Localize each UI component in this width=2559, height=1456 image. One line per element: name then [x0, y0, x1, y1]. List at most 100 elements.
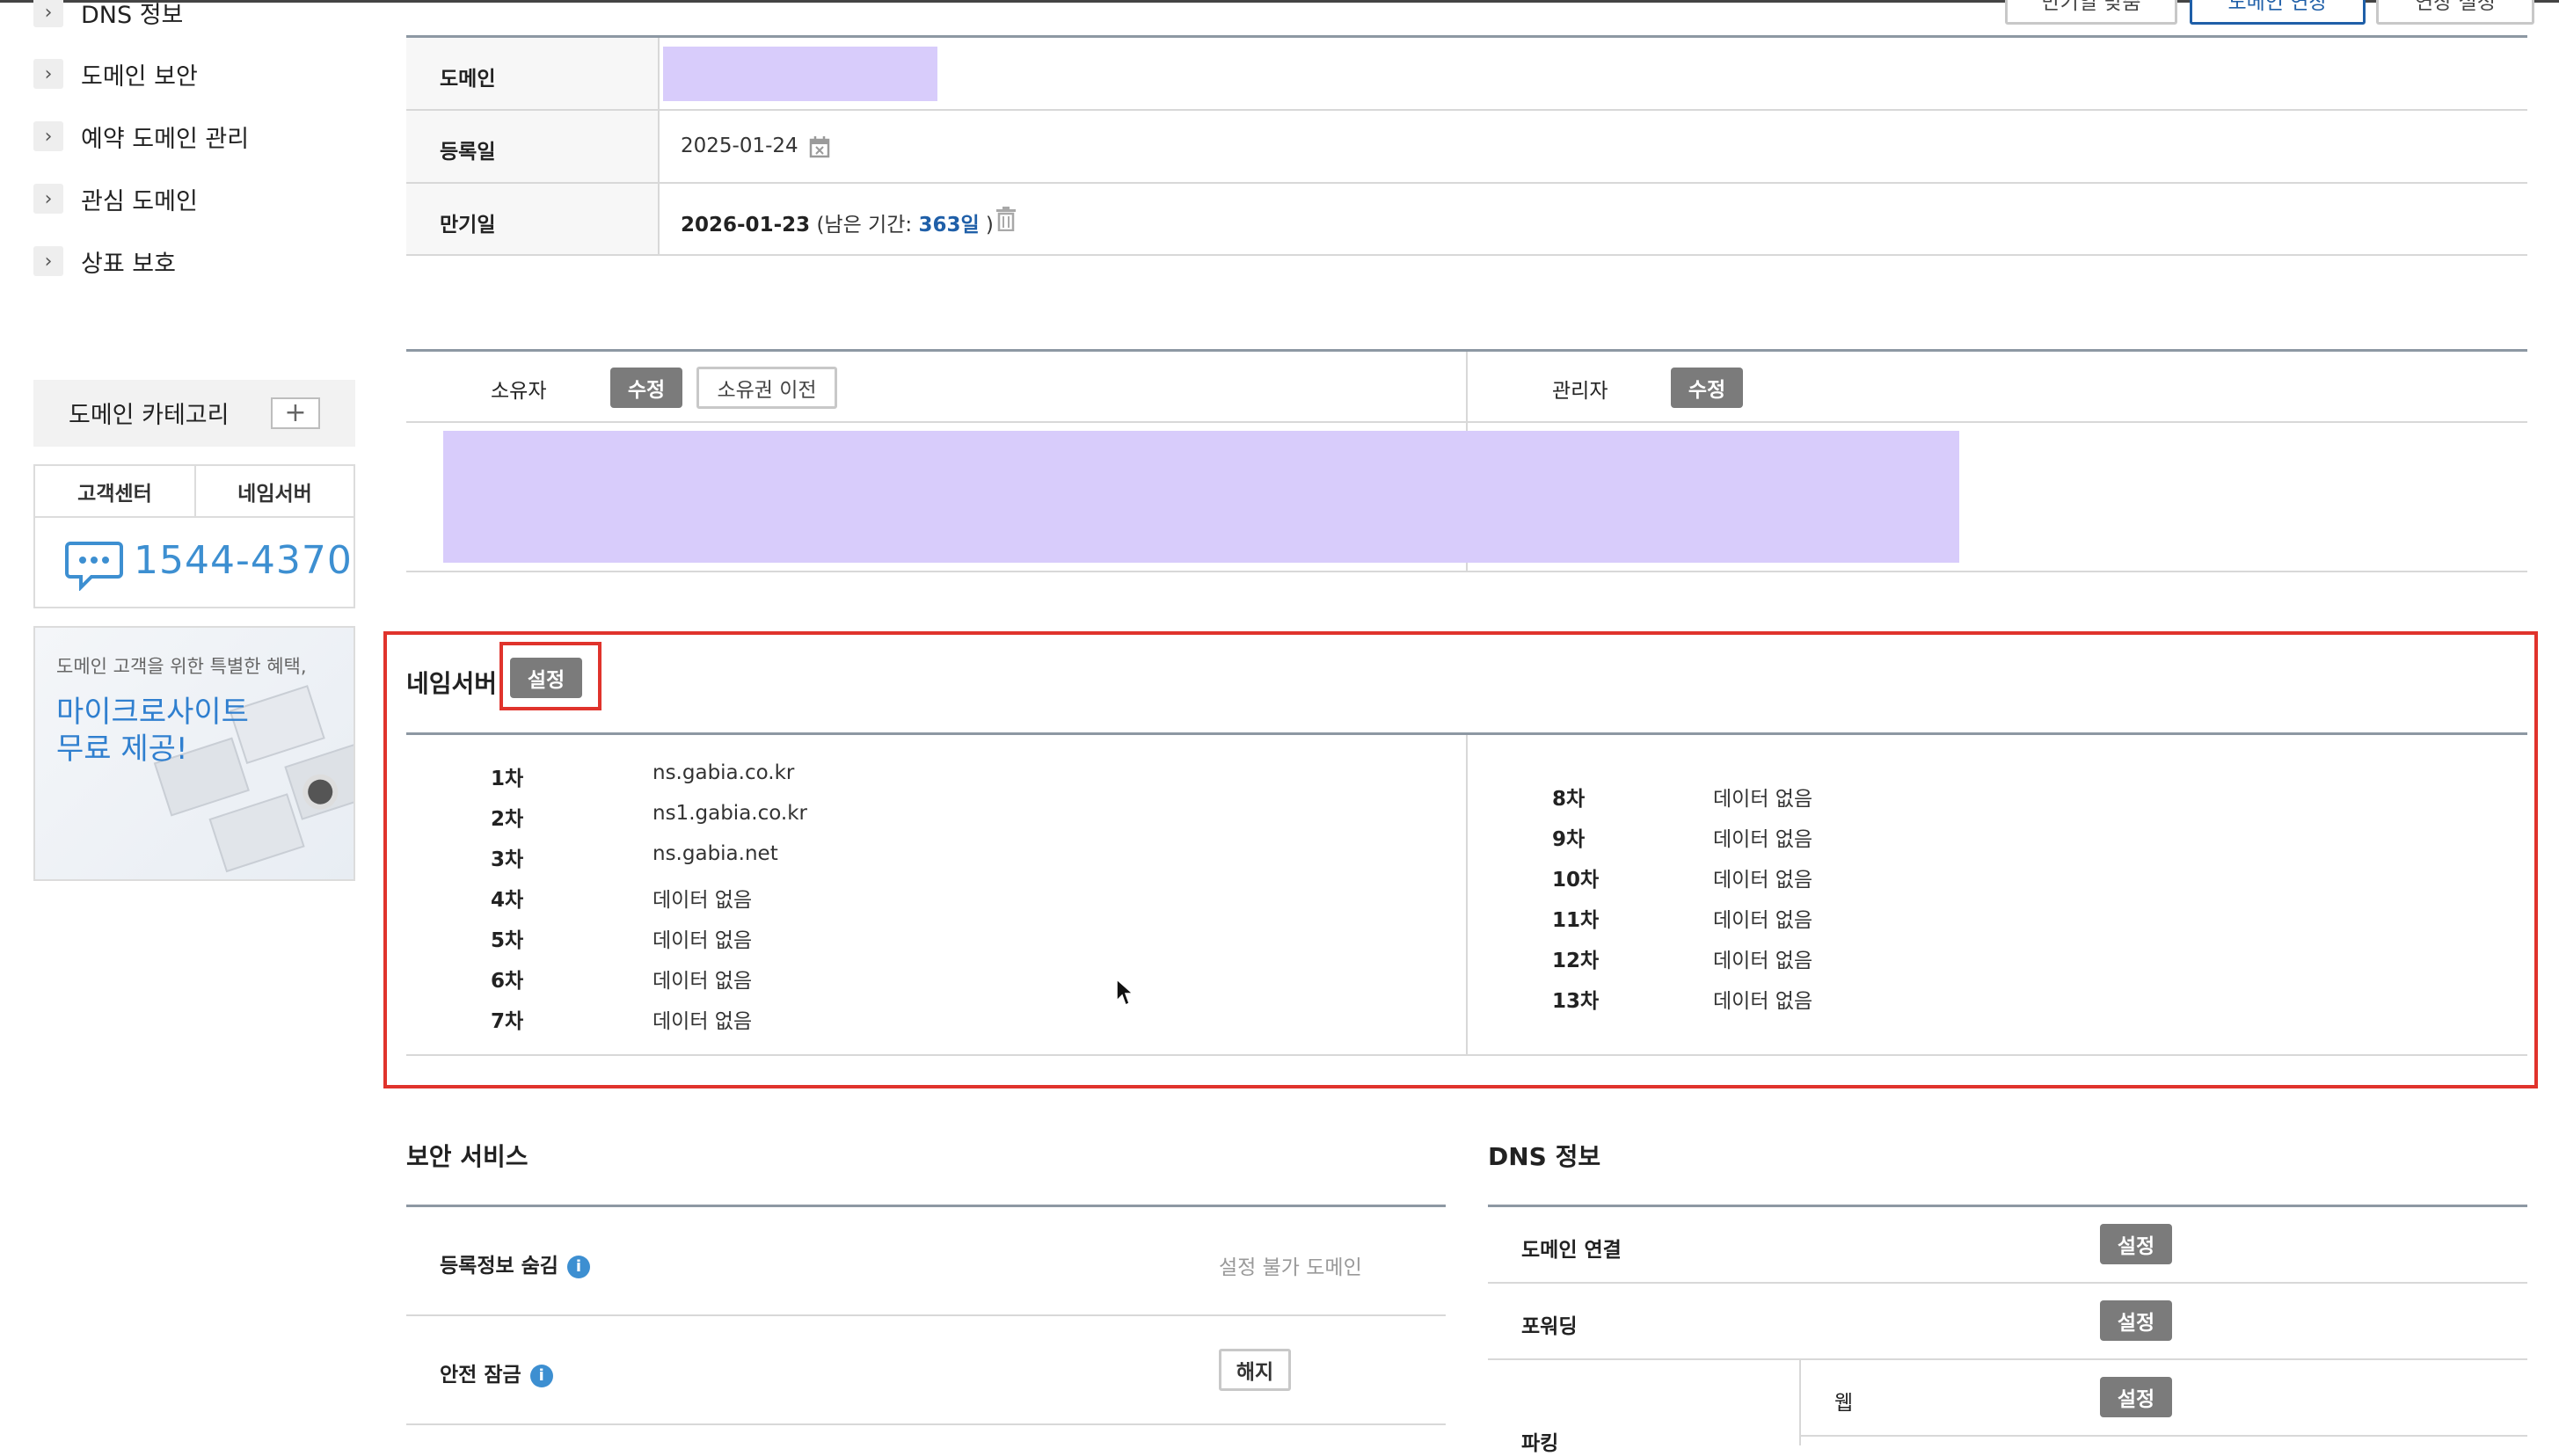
support-tabs-divider — [35, 516, 354, 518]
parking-web-setting-button[interactable]: 설정 — [2100, 1377, 2172, 1417]
sidebar-item-watch-domain[interactable]: › 관심 도메인 — [33, 179, 198, 218]
contacts-header-divider — [406, 421, 2527, 423]
ns-rank: 8차 — [1552, 788, 1586, 811]
tab-customer-center[interactable]: 고객센터 — [35, 466, 194, 516]
sidebar-item-reserved-domain[interactable]: › 예약 도메인 관리 — [33, 117, 249, 156]
ns-value: 데이터 없음 — [653, 970, 753, 993]
chevron-right-icon: › — [33, 246, 63, 276]
safe-lock-release-button[interactable]: 해지 — [1219, 1349, 1291, 1391]
registered-date-value: 2025-01-24 — [681, 135, 798, 157]
ownership-transfer-button[interactable]: 소유권 이전 — [696, 367, 837, 409]
ns-rank: 9차 — [1552, 828, 1586, 851]
security-title: 보안 서비스 — [406, 1142, 529, 1171]
ns-rank: 12차 — [1552, 950, 1600, 972]
ns-rank: 10차 — [1552, 869, 1600, 892]
nameserver-setting-button[interactable]: 설정 — [510, 658, 582, 698]
info-table-top — [406, 35, 2527, 38]
renew-settings-button[interactable]: 연장 설정 — [2376, 0, 2534, 25]
expiry-date-row: 2026-01-23 (남은 기간: 363일 ) — [681, 207, 994, 237]
remaining-suffix: ) — [985, 214, 994, 237]
admin-label: 관리자 — [1552, 380, 1608, 403]
parking-web-label: 웹 — [1834, 1392, 1854, 1415]
nameserver-table-bottom — [406, 1054, 2527, 1056]
chat-icon — [65, 540, 123, 594]
sidebar-item-domain-security[interactable]: › 도메인 보안 — [33, 55, 198, 93]
owner-label: 소유자 — [491, 380, 547, 403]
domain-connect-label: 도메인 연결 — [1521, 1239, 1622, 1262]
registered-date-label: 등록일 — [440, 141, 496, 164]
info-row-divider — [406, 182, 2527, 184]
domain-category-label: 도메인 카테고리 — [69, 402, 230, 429]
ns-rank: 1차 — [491, 768, 524, 790]
sidebar-item-label: 상표 보호 — [81, 250, 176, 278]
dns-row-divider — [1488, 1358, 2527, 1360]
ns-value: 데이터 없음 — [1713, 909, 1813, 932]
tab-nameserver[interactable]: 네임서버 — [196, 466, 354, 516]
ns-rank: 11차 — [1552, 909, 1600, 932]
ns-value: 데이터 없음 — [1713, 869, 1813, 892]
support-phone[interactable]: 1544-4370 — [134, 538, 353, 583]
sidebar-item-label: 예약 도메인 관리 — [81, 125, 250, 153]
contacts-bottom — [406, 571, 2527, 572]
domain-renew-button[interactable]: 도메인 연장 — [2190, 0, 2366, 25]
admin-edit-button[interactable]: 수정 — [1671, 368, 1743, 408]
trash-icon[interactable] — [995, 207, 1017, 235]
ns-value: 데이터 없음 — [1713, 990, 1813, 1013]
remaining-days: 363일 — [918, 214, 980, 237]
ns-value: 데이터 없음 — [1713, 828, 1813, 851]
sidebar-item-trademark[interactable]: › 상표 보호 — [33, 242, 176, 280]
ns-rank: 13차 — [1552, 990, 1600, 1013]
safe-lock-row: 안전 잠금 i — [440, 1358, 553, 1387]
ns-rank: 7차 — [491, 1010, 524, 1033]
chevron-right-icon: › — [33, 0, 63, 27]
match-expiry-button[interactable]: 만기일 맞춤 — [2005, 0, 2177, 25]
add-category-button[interactable]: + — [271, 397, 320, 429]
info-icon[interactable]: i — [566, 1255, 590, 1278]
dns-parking-divider — [1799, 1360, 1801, 1445]
dns-table-top — [1488, 1205, 2527, 1207]
expiry-date-value: 2026-01-23 — [681, 214, 811, 237]
info-icon[interactable]: i — [529, 1364, 553, 1387]
plus-icon: + — [284, 397, 307, 428]
ns-value: ns.gabia.co.kr — [653, 761, 795, 784]
promo-line3: 무료 제공! — [56, 732, 188, 767]
ns-rank: 6차 — [491, 970, 524, 993]
sidebar-item-label: 관심 도메인 — [81, 187, 198, 215]
owner-edit-button[interactable]: 수정 — [610, 368, 682, 408]
forwarding-setting-button[interactable]: 설정 — [2100, 1300, 2172, 1341]
dns-row-divider — [1488, 1282, 2527, 1284]
ns-rank: 3차 — [491, 848, 524, 871]
mouse-cursor-icon — [1115, 978, 1134, 1011]
ns-value: 데이터 없음 — [653, 929, 753, 952]
ns-value: 데이터 없음 — [653, 1010, 753, 1033]
nameserver-title: 네임서버 — [406, 669, 498, 698]
ns-value: ns1.gabia.co.kr — [653, 802, 807, 825]
dns-title: DNS 정보 — [1488, 1142, 1601, 1171]
whois-privacy-row: 등록정보 숨김 i — [440, 1249, 590, 1278]
chevron-right-icon: › — [33, 59, 63, 89]
info-col-divider — [658, 38, 660, 255]
sidebar-item-label: 도메인 보안 — [81, 62, 198, 91]
ns-rank: 4차 — [491, 889, 524, 912]
domain-connect-setting-button[interactable]: 설정 — [2100, 1224, 2172, 1264]
sidebar-item-label: DNS 정보 — [81, 1, 184, 29]
security-table-top — [406, 1205, 1446, 1207]
nameserver-col-divider — [1466, 735, 1468, 1055]
security-row-divider — [406, 1314, 1446, 1316]
calendar-icon[interactable] — [809, 135, 830, 162]
ns-rank: 5차 — [491, 929, 524, 952]
sidebar-item-dns-info[interactable]: › DNS 정보 — [33, 0, 183, 32]
whois-privacy-label: 등록정보 숨김 — [440, 1255, 558, 1278]
chevron-right-icon: › — [33, 121, 63, 151]
domain-label: 도메인 — [440, 68, 496, 91]
info-row-divider — [406, 109, 2527, 111]
chevron-right-icon: › — [33, 184, 63, 214]
info-row-divider — [406, 254, 2527, 256]
expiry-date-label: 만기일 — [440, 214, 496, 237]
domain-name-redacted — [663, 47, 937, 101]
ns-rank: 2차 — [491, 808, 524, 831]
parking-label: 파킹 — [1521, 1432, 1559, 1455]
whois-privacy-status: 설정 불가 도메인 — [1219, 1256, 1362, 1279]
contact-info-redacted — [443, 431, 1959, 563]
ns-value: 데이터 없음 — [1713, 788, 1813, 811]
